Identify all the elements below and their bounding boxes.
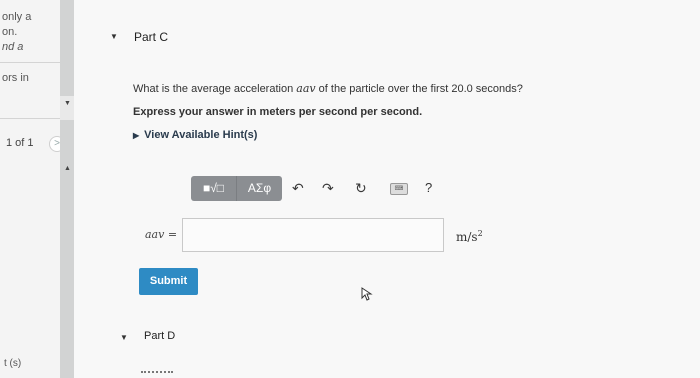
divider xyxy=(0,118,60,119)
text-fragment: nd a xyxy=(2,41,24,53)
redo-icon[interactable]: ↷ xyxy=(322,180,334,197)
math-toolbar: ■√□ AΣφ xyxy=(191,176,282,201)
reset-icon[interactable]: ↻ xyxy=(355,180,367,197)
answer-input[interactable] xyxy=(182,218,444,252)
undo-icon[interactable]: ↶ xyxy=(292,180,304,197)
view-hints-link[interactable]: ▶ View Available Hint(s) xyxy=(133,129,257,141)
scrollbar-track[interactable] xyxy=(60,0,74,378)
keyboard-icon[interactable]: ⌨ xyxy=(390,183,408,195)
unit-exponent: 2 xyxy=(477,229,483,238)
text-fragment: ors in xyxy=(2,72,29,84)
pager-label: 1 of 1 xyxy=(6,137,34,149)
expand-arrow-icon: ▶ xyxy=(133,131,140,140)
question-text: What is the average acceleration aav of … xyxy=(133,82,523,95)
help-icon[interactable]: ? xyxy=(425,180,432,195)
unit-label: m/s2 xyxy=(456,229,483,244)
variable-symbol: aav xyxy=(296,82,316,95)
mouse-cursor-icon xyxy=(361,287,373,301)
greek-symbols-button[interactable]: AΣφ xyxy=(237,176,282,201)
submit-button[interactable]: Submit xyxy=(139,268,198,295)
question-prefix: What is the average acceleration xyxy=(133,83,297,95)
templates-button[interactable]: ■√□ xyxy=(191,176,237,201)
variable-label: aav = xyxy=(145,228,178,241)
divider xyxy=(0,62,60,63)
text-fragment: only a xyxy=(2,11,32,23)
question-suffix: of the particle over the first 20.0 seco… xyxy=(315,83,523,95)
part-d-title[interactable]: Part D xyxy=(144,330,175,342)
left-content-strip xyxy=(0,0,60,378)
collapse-caret-icon[interactable]: ▼ xyxy=(120,333,128,342)
collapse-caret-icon[interactable]: ▼ xyxy=(110,32,118,41)
part-c-title[interactable]: Part C xyxy=(134,30,168,44)
scroll-up-icon[interactable]: ▲ xyxy=(64,165,71,172)
axis-label: t (s) xyxy=(4,358,22,369)
hints-label: View Available Hint(s) xyxy=(144,129,258,141)
text-fragment: on. xyxy=(2,26,18,38)
partial-content xyxy=(141,371,173,377)
main-panel xyxy=(74,0,700,378)
answer-instruction: Express your answer in meters per second… xyxy=(133,106,423,118)
scroll-down-icon[interactable]: ▼ xyxy=(64,100,71,107)
unit-base: m/s xyxy=(456,230,478,244)
